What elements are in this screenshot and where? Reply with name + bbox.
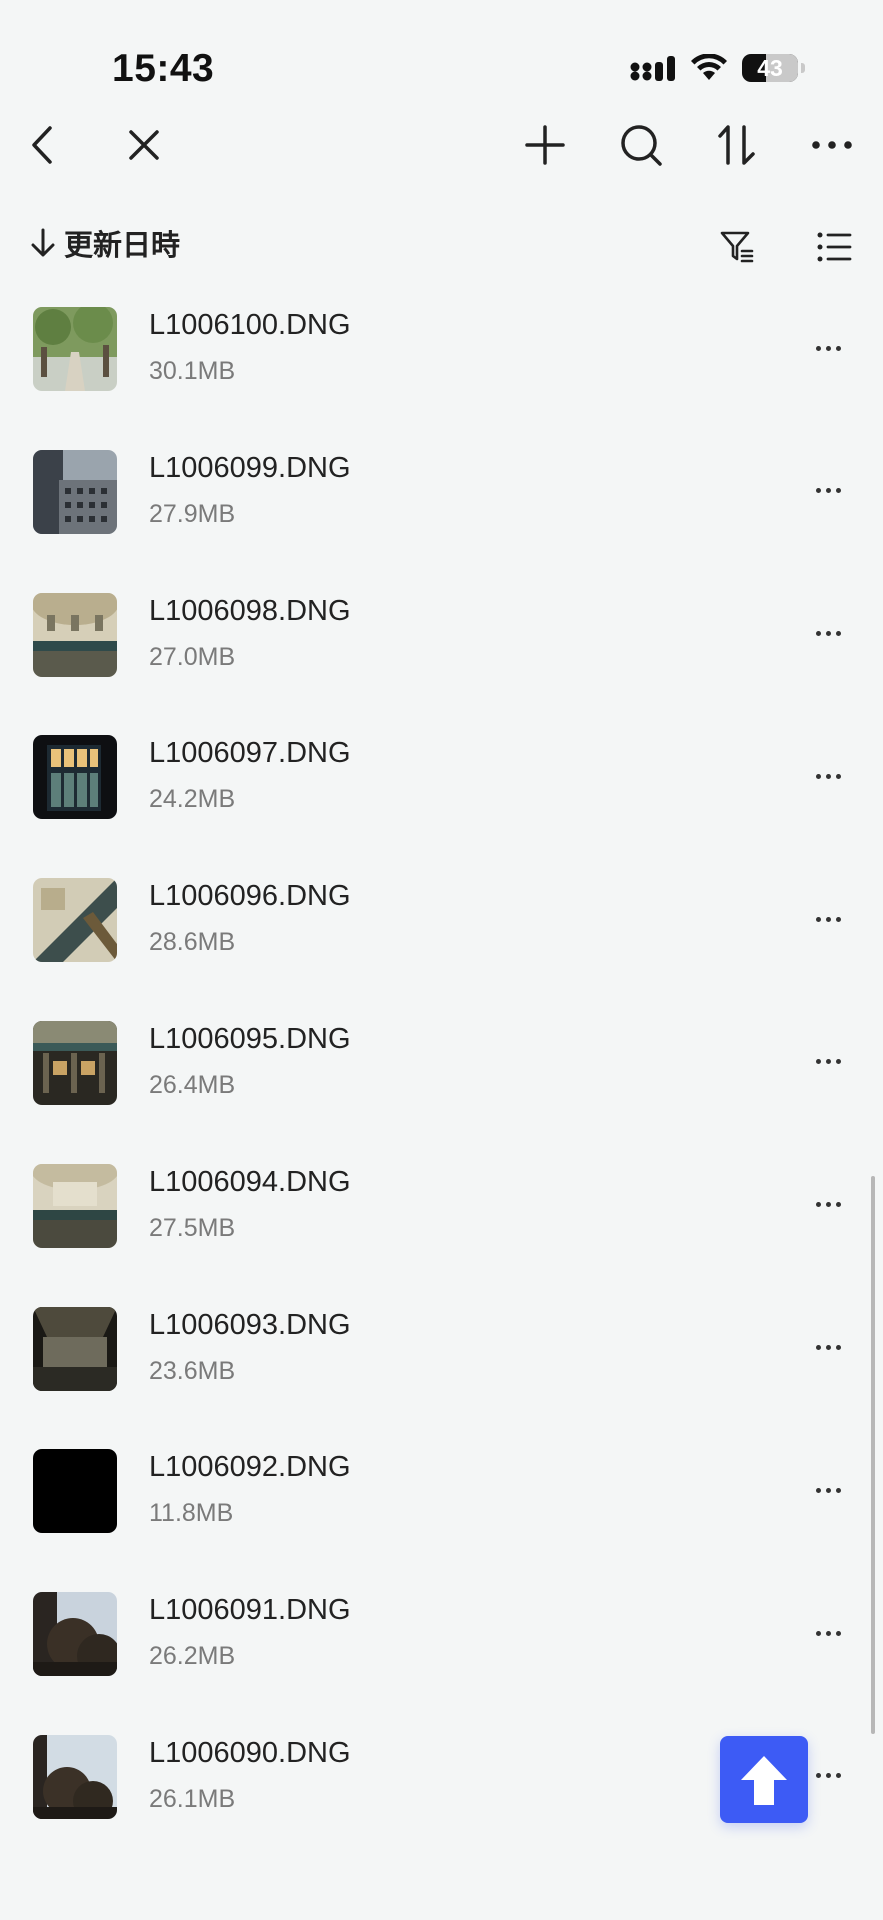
file-more-button[interactable] bbox=[803, 1323, 853, 1373]
close-icon bbox=[129, 130, 159, 160]
file-name: L1006094.DNG bbox=[149, 1165, 351, 1198]
top-nav-bar bbox=[0, 110, 883, 180]
file-size: 26.4MB bbox=[149, 1070, 236, 1099]
file-name: L1006098.DNG bbox=[149, 594, 351, 627]
more-horizontal-icon bbox=[815, 916, 841, 922]
file-thumbnail bbox=[33, 1020, 117, 1105]
more-horizontal-icon bbox=[815, 1773, 841, 1779]
file-thumbnail bbox=[33, 307, 117, 391]
file-more-button[interactable] bbox=[803, 1608, 853, 1658]
battery-level: 43 bbox=[757, 54, 783, 81]
sort-label: 更新日時 bbox=[64, 230, 181, 262]
more-horizontal-icon bbox=[815, 1487, 841, 1493]
more-horizontal-icon bbox=[815, 773, 841, 779]
cellular-signal-icon bbox=[630, 56, 675, 81]
file-size: 23.6MB bbox=[149, 1356, 236, 1385]
file-size: 26.2MB bbox=[149, 1642, 236, 1671]
file-more-button[interactable] bbox=[803, 466, 853, 516]
add-button[interactable] bbox=[510, 110, 580, 180]
file-name: L1006099.DNG bbox=[149, 451, 351, 484]
file-more-button[interactable] bbox=[803, 1037, 853, 1087]
file-more-button[interactable] bbox=[803, 323, 853, 373]
file-name: L1006092.DNG bbox=[149, 1451, 351, 1484]
file-thumbnail bbox=[33, 1592, 117, 1677]
file-row[interactable]: L1006092.DNG 11.8MB bbox=[0, 1437, 883, 1580]
file-name: L1006095.DNG bbox=[149, 1022, 351, 1055]
file-name: L1006097.DNG bbox=[149, 737, 351, 770]
file-thumbnail bbox=[33, 735, 117, 820]
file-thumbnail bbox=[33, 449, 117, 534]
file-size: 27.9MB bbox=[149, 499, 236, 528]
battery-indicator: 43 bbox=[742, 54, 798, 82]
upload-button[interactable] bbox=[720, 1736, 808, 1823]
file-thumbnail bbox=[33, 878, 117, 963]
more-horizontal-icon bbox=[815, 1059, 841, 1065]
plus-icon bbox=[525, 125, 565, 165]
more-horizontal-icon bbox=[812, 141, 852, 149]
file-row[interactable]: L1006097.DNG 24.2MB bbox=[0, 723, 883, 866]
more-horizontal-icon bbox=[815, 488, 841, 494]
file-row[interactable]: L1006100.DNG 30.1MB bbox=[0, 295, 883, 438]
file-thumbnail bbox=[33, 1449, 117, 1534]
file-row[interactable]: L1006093.DNG 23.6MB bbox=[0, 1295, 883, 1438]
file-size: 27.0MB bbox=[149, 642, 236, 671]
file-more-button[interactable] bbox=[803, 751, 853, 801]
file-row[interactable]: L1006098.DNG 27.0MB bbox=[0, 581, 883, 724]
file-size: 30.1MB bbox=[149, 357, 236, 385]
file-size: 11.8MB bbox=[149, 1499, 234, 1528]
status-bar: 15:43 43 bbox=[0, 0, 883, 110]
more-horizontal-icon bbox=[815, 1345, 841, 1351]
file-thumbnail bbox=[33, 1163, 117, 1248]
vertical-scrollbar[interactable] bbox=[871, 1176, 875, 1734]
file-row[interactable]: L1006094.DNG 27.5MB bbox=[0, 1152, 883, 1295]
close-button[interactable] bbox=[109, 110, 179, 180]
chevron-left-icon bbox=[32, 126, 52, 164]
arrow-down-icon bbox=[31, 228, 55, 257]
sort-arrows-icon bbox=[718, 125, 755, 165]
file-more-button[interactable] bbox=[803, 894, 853, 944]
file-more-button[interactable] bbox=[803, 609, 853, 659]
list-view-button[interactable] bbox=[799, 212, 869, 282]
more-horizontal-icon bbox=[815, 345, 841, 351]
file-name: L1006093.DNG bbox=[149, 1308, 351, 1341]
file-size: 24.2MB bbox=[149, 785, 236, 814]
search-button[interactable] bbox=[606, 110, 676, 180]
file-row[interactable]: L1006095.DNG 26.4MB bbox=[0, 1009, 883, 1152]
file-more-button[interactable] bbox=[803, 1751, 853, 1801]
filter-icon bbox=[720, 231, 754, 263]
file-thumbnail bbox=[33, 1734, 117, 1819]
file-name: L1006091.DNG bbox=[149, 1594, 351, 1627]
status-time: 15:43 bbox=[112, 47, 215, 90]
wifi-icon bbox=[691, 54, 727, 80]
file-row[interactable]: L1006099.DNG 27.9MB bbox=[0, 438, 883, 581]
status-icons: 43 bbox=[630, 54, 805, 82]
file-browser-screen: 15:43 43 更新日時 L1006100.DNG 30.1MB L10060… bbox=[0, 0, 883, 1920]
sort-order-toggle[interactable]: 更新日時 bbox=[30, 222, 180, 264]
more-horizontal-icon bbox=[815, 1630, 841, 1636]
search-icon bbox=[621, 125, 662, 166]
upload-arrow-icon bbox=[741, 1755, 787, 1805]
file-thumbnail bbox=[33, 1306, 117, 1391]
more-options-button[interactable] bbox=[797, 110, 867, 180]
file-size: 26.1MB bbox=[149, 1784, 236, 1813]
more-horizontal-icon bbox=[815, 631, 841, 637]
file-name: L1006090.DNG bbox=[149, 1736, 351, 1769]
back-button[interactable] bbox=[8, 110, 78, 180]
filter-button[interactable] bbox=[702, 212, 772, 282]
file-name: L1006096.DNG bbox=[149, 880, 351, 913]
file-name: L1006100.DNG bbox=[149, 309, 351, 341]
file-list: L1006100.DNG 30.1MB L1006099.DNG 27.9MB bbox=[0, 295, 883, 1866]
list-view-icon bbox=[817, 232, 852, 262]
file-more-button[interactable] bbox=[803, 1180, 853, 1230]
file-more-button[interactable] bbox=[803, 1465, 853, 1515]
file-size: 27.5MB bbox=[149, 1213, 236, 1242]
sort-button[interactable] bbox=[702, 110, 772, 180]
file-thumbnail bbox=[33, 592, 117, 677]
file-size: 28.6MB bbox=[149, 928, 236, 957]
file-row[interactable]: L1006096.DNG 28.6MB bbox=[0, 866, 883, 1009]
file-row[interactable]: L1006091.DNG 26.2MB bbox=[0, 1580, 883, 1723]
more-horizontal-icon bbox=[815, 1202, 841, 1208]
